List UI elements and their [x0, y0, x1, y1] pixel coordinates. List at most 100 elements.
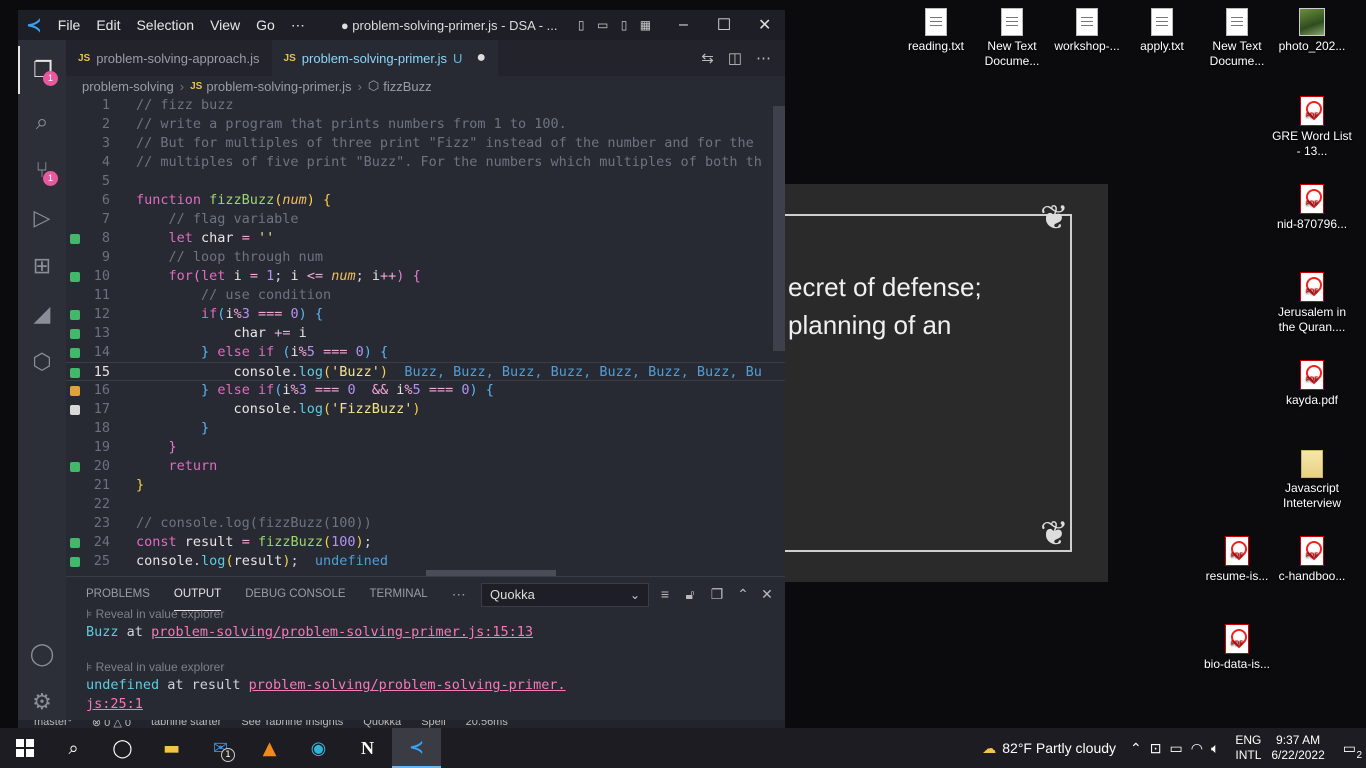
vertical-scrollbar[interactable] — [773, 106, 785, 351]
menu-view[interactable]: View — [202, 17, 248, 33]
status-spell[interactable]: Spell — [421, 720, 445, 728]
tab-problem-solving-primer[interactable]: JS problem-solving-primer.js U ● — [271, 40, 499, 76]
more-actions-icon[interactable]: ⋯ — [756, 49, 771, 67]
task-view-icon[interactable]: ◯ — [98, 728, 147, 768]
remote-explorer-icon[interactable]: ⬡ — [18, 338, 66, 386]
menu-more[interactable]: ⋯ — [283, 17, 313, 34]
desktop-icon-jerusalem[interactable]: Jerusalem in the Quran.... — [1272, 272, 1352, 335]
code-text: console.log('Buzz') Buzz, Buzz, Buzz, Bu… — [233, 364, 762, 380]
notion-icon[interactable]: N — [343, 728, 392, 768]
desktop-icon-nid[interactable]: nid-870796... — [1272, 184, 1352, 232]
status-timing[interactable]: 20.56ms — [466, 720, 508, 728]
run-debug-icon[interactable]: ▷ — [18, 194, 66, 242]
wifi-icon[interactable]: ◠ — [1191, 740, 1203, 757]
toggle-panel-icon[interactable]: ▭ — [593, 17, 612, 33]
output-location-link[interactable]: problem-solving/problem-solving-primer. — [249, 677, 566, 693]
settings-gear-icon[interactable]: ⚙ — [18, 678, 66, 726]
menu-selection[interactable]: Selection — [128, 17, 202, 33]
minimize-button[interactable]: – — [663, 10, 704, 40]
status-quokka[interactable]: Quokka — [363, 720, 401, 728]
breadcrumb-symbol[interactable]: fizzBuzz — [383, 79, 431, 94]
close-panel-icon[interactable]: ✕ — [758, 585, 776, 603]
desktop-icon-new-text-2[interactable]: New Text Docume... — [1197, 8, 1277, 69]
output-location-link[interactable]: problem-solving/problem-solving-primer.j… — [151, 624, 533, 640]
unsaved-dot-icon[interactable]: ● — [476, 49, 486, 67]
explorer-icon[interactable]: ❐ 1 — [18, 46, 66, 94]
line-number: 8 — [101, 230, 110, 246]
vlc-icon[interactable]: ▲ — [245, 728, 294, 768]
reveal-in-value-explorer-link[interactable]: ⊧ Reveal in value explorer — [86, 605, 776, 623]
desktop-icon-gre[interactable]: GRE Word List - 13... — [1272, 96, 1352, 159]
close-window-button[interactable]: ✕ — [744, 10, 785, 40]
code-line: 13 char += i — [66, 324, 785, 343]
maximize-button[interactable]: ☐ — [704, 10, 745, 40]
desktop-icon-apply[interactable]: apply.txt — [1122, 8, 1202, 54]
weather-icon[interactable]: ☁ — [982, 740, 996, 757]
desktop-icon-c-handbook[interactable]: c-handboo... — [1272, 536, 1352, 584]
source-control-icon[interactable]: ⑂ 1 — [18, 146, 66, 194]
clock-date: 6/22/2022 — [1271, 748, 1325, 762]
meet-now-icon[interactable]: ⊡ — [1150, 740, 1162, 757]
toggle-secondary-sidebar-icon[interactable]: ▯ — [614, 17, 633, 33]
clear-output-icon[interactable]: ≡ — [656, 585, 674, 603]
mail-badge: 1 — [221, 748, 235, 762]
status-tabnine-insights[interactable]: See Tabnine Insights — [241, 720, 343, 728]
start-button[interactable] — [0, 728, 49, 768]
maximize-panel-icon[interactable]: ⌃ — [734, 585, 752, 603]
output-channel-select[interactable]: Quokka ⌄ — [481, 583, 649, 607]
edge-icon[interactable]: ◉ — [294, 728, 343, 768]
output-value: undefined — [86, 677, 160, 693]
pdf-file-icon — [1300, 184, 1324, 214]
compare-changes-icon[interactable]: ⇆ — [701, 49, 714, 67]
breadcrumb-folder[interactable]: problem-solving — [82, 79, 174, 94]
code-editor[interactable]: 1 // fizz buzz 2 // write a program that p… — [66, 96, 785, 576]
weather-text[interactable]: 82°F Partly cloudy — [1002, 740, 1116, 756]
code-line: 14 } else if (i%5 === 0) { — [66, 343, 785, 362]
customize-layout-icon[interactable]: ▦ — [636, 17, 655, 33]
open-in-editor-icon[interactable]: ❐ — [708, 585, 726, 603]
reveal-in-value-explorer-link[interactable]: ⊧ Reveal in value explorer — [86, 658, 776, 676]
status-items: master* ⊗ 0 △ 0 tabnine starter See Tabn… — [34, 720, 508, 728]
desktop-icon-reading[interactable]: reading.txt — [896, 8, 976, 54]
desktop-icon-kayda[interactable]: kayda.pdf — [1272, 360, 1352, 408]
chevron-up-icon[interactable]: ⌃ — [1130, 740, 1142, 757]
battery-icon[interactable]: ▭ — [1170, 740, 1183, 757]
desktop-icon-workshop[interactable]: workshop-... — [1047, 8, 1127, 54]
language-indicator[interactable]: ENG INTL — [1235, 733, 1261, 763]
desktop-icon-new-text-1[interactable]: New Text Docume... — [972, 8, 1052, 69]
breadcrumb-file[interactable]: problem-solving-primer.js — [206, 79, 351, 94]
frame-border — [764, 214, 1072, 552]
desktop-icon-javascript-folder[interactable]: Javascript Inteterview — [1272, 450, 1352, 511]
file-explorer-icon[interactable]: ▬ — [147, 728, 196, 768]
menu-go[interactable]: Go — [248, 17, 283, 33]
quokka-icon[interactable]: ◢ — [18, 290, 66, 338]
account-icon[interactable]: ◯ — [18, 630, 66, 678]
extensions-icon[interactable]: ⊞ — [18, 242, 66, 290]
breadcrumb: problem-solving › JS problem-solving-pri… — [66, 76, 785, 96]
search-icon[interactable]: ⌕ — [18, 98, 66, 146]
desktop-icon-resume[interactable]: resume-is... — [1197, 536, 1277, 584]
desktop-icon-bio-data[interactable]: bio-data-is... — [1197, 624, 1277, 672]
search-icon[interactable]: ⌕ — [49, 728, 98, 768]
output-location-link[interactable]: js:25:1 — [86, 696, 143, 712]
desktop-icon-label: GRE Word List - 13... — [1272, 129, 1352, 158]
git-added-marker — [70, 234, 80, 244]
notifications-icon[interactable]: ▭ 2 — [1343, 740, 1362, 761]
status-problems[interactable]: ⊗ 0 △ 0 — [92, 720, 131, 728]
lock-scroll-icon[interactable]: 🔓︎ — [681, 585, 699, 603]
clock[interactable]: 9:37 AM 6/22/2022 — [1271, 733, 1324, 763]
menu-edit[interactable]: Edit — [88, 17, 128, 33]
menu-file[interactable]: File — [50, 17, 89, 33]
tab-problem-solving-approach[interactable]: JS problem-solving-approach.js — [66, 40, 272, 76]
desktop-icon-photo[interactable]: photo_202... — [1272, 8, 1352, 54]
status-branch[interactable]: master* — [34, 720, 72, 728]
volume-muted-icon[interactable]: 🔈︎ — [1211, 740, 1219, 757]
desktop-icon-label: reading.txt — [907, 39, 965, 53]
split-editor-icon[interactable]: ◫ — [728, 49, 742, 67]
toggle-sidebar-icon[interactable]: ▯ — [571, 17, 590, 33]
mail-icon[interactable]: ✉ 1 — [196, 728, 245, 768]
vscode-taskbar-icon[interactable]: ≺ — [392, 728, 441, 768]
status-tabnine[interactable]: tabnine starter — [151, 720, 221, 728]
code-text: function fizzBuzz(num) { — [136, 192, 332, 208]
bottom-panel: PROBLEMS OUTPUT DEBUG CONSOLE TERMINAL ⋯… — [66, 576, 785, 728]
